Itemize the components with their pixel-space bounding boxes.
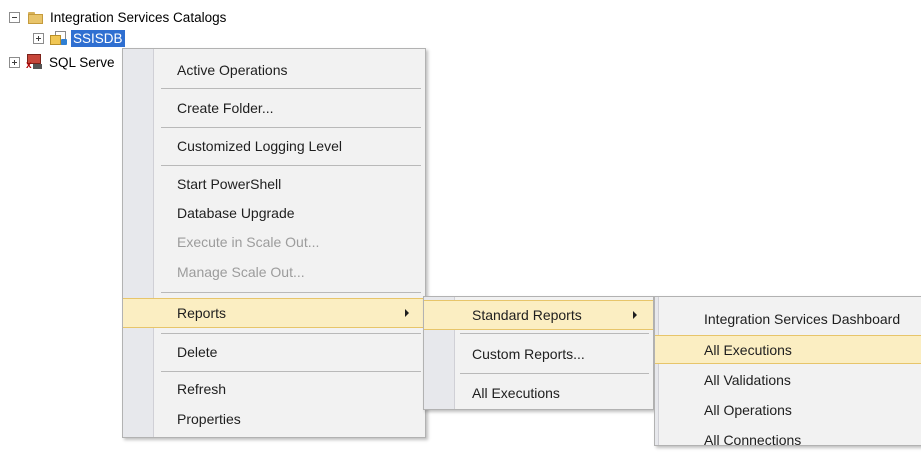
menu-separator (161, 88, 421, 89)
ssisdb-context-menu: Active Operations Create Folder... Custo… (122, 48, 426, 438)
menu-item-create-folder[interactable]: Create Folder... (123, 93, 425, 123)
tree-node-label-selected: SSISDB (71, 29, 125, 47)
menu-separator (161, 371, 421, 372)
tree-node-ssisdb[interactable]: SSISDB (33, 27, 125, 49)
tree-node-label: SQL Serve (49, 54, 115, 70)
tree-node-integration-services-catalogs[interactable]: Integration Services Catalogs (9, 6, 226, 28)
menu-separator (161, 127, 421, 128)
menu-item-custom-reports[interactable]: Custom Reports... (424, 339, 653, 369)
menu-separator (161, 165, 421, 166)
tree-node-sql-server-agent[interactable]: x SQL Serve (9, 51, 115, 73)
menu-item-properties[interactable]: Properties (123, 405, 425, 433)
menu-item-label: Execute in Scale Out... (177, 234, 320, 250)
menu-item-delete[interactable]: Delete (123, 337, 425, 367)
menu-separator (460, 373, 649, 374)
menu-item-refresh[interactable]: Refresh (123, 375, 425, 403)
menu-item-label: Delete (177, 344, 218, 360)
menu-item-reports[interactable]: Reports (123, 298, 425, 328)
menu-item-all-connections[interactable]: All Connections (655, 426, 921, 454)
menu-item-customized-logging-level[interactable]: Customized Logging Level (123, 131, 425, 161)
menu-item-label: All Validations (704, 372, 791, 388)
menu-item-integration-services-dashboard[interactable]: Integration Services Dashboard (655, 305, 921, 333)
menu-item-label: Custom Reports... (472, 346, 585, 362)
menu-item-label: Refresh (177, 381, 227, 397)
standard-reports-submenu: Integration Services Dashboard All Execu… (654, 296, 921, 448)
menu-item-label: All Executions (472, 385, 560, 401)
menu-item-label: Start PowerShell (177, 176, 282, 192)
menu-item-label: Active Operations (177, 62, 288, 78)
reports-submenu: Standard Reports Custom Reports... All E… (423, 296, 654, 410)
collapse-icon[interactable] (9, 11, 20, 23)
folder-icon (27, 9, 45, 25)
expand-icon[interactable] (9, 56, 20, 68)
menu-separator (460, 333, 649, 334)
submenu-arrow-icon (633, 311, 637, 319)
catalog-database-icon (50, 30, 68, 46)
menu-item-manage-scale-out: Manage Scale Out... (123, 258, 425, 286)
menu-item-database-upgrade[interactable]: Database Upgrade (123, 199, 425, 227)
submenu-arrow-icon (405, 309, 409, 317)
menu-item-label: All Executions (704, 341, 792, 358)
menu-item-label: Customized Logging Level (177, 138, 342, 154)
menu-item-all-operations[interactable]: All Operations (655, 396, 921, 424)
menu-item-standard-reports[interactable]: Standard Reports (424, 300, 653, 330)
menu-separator (161, 333, 421, 334)
tree-node-label: Integration Services Catalogs (50, 9, 227, 25)
sql-server-agent-icon: x (26, 54, 44, 71)
menu-item-label: Reports (177, 305, 227, 321)
menu-item-label: All Operations (704, 402, 792, 418)
menu-item-label: Manage Scale Out... (177, 264, 305, 280)
menu-item-all-executions-report[interactable]: All Executions (655, 335, 921, 364)
menu-item-label: Database Upgrade (177, 205, 295, 221)
expand-icon[interactable] (33, 32, 44, 44)
menu-separator (161, 292, 421, 293)
menu-item-label: Properties (177, 411, 241, 427)
menu-item-active-operations[interactable]: Active Operations (123, 55, 425, 85)
menu-item-all-executions[interactable]: All Executions (424, 378, 653, 408)
menu-item-label: Integration Services Dashboard (704, 311, 901, 327)
menu-item-start-powershell[interactable]: Start PowerShell (123, 170, 425, 198)
menu-item-all-validations[interactable]: All Validations (655, 366, 921, 394)
menu-item-execute-in-scale-out: Execute in Scale Out... (123, 228, 425, 256)
menu-item-label: Standard Reports (472, 307, 582, 323)
menu-item-label: Create Folder... (177, 100, 274, 116)
menu-item-label: All Connections (704, 432, 802, 448)
